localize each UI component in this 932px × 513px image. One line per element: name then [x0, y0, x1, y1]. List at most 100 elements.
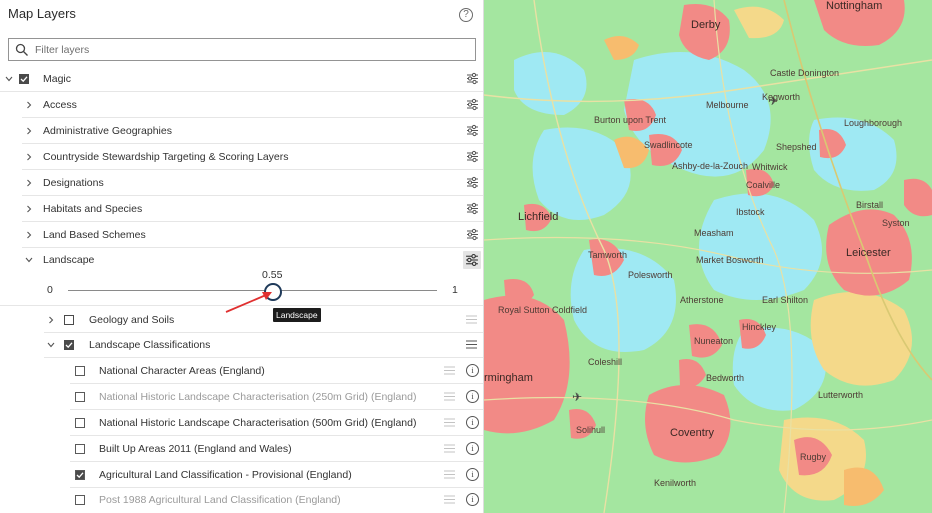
- city-label: rmingham: [484, 372, 533, 384]
- town-label: Earl Shilton: [762, 295, 809, 305]
- layer-label: Countryside Stewardship Targeting & Scor…: [43, 151, 289, 163]
- layer-group-access[interactable]: Access: [22, 92, 483, 118]
- town-label: Coalville: [746, 180, 781, 190]
- checkbox-layer-item[interactable]: [75, 392, 85, 402]
- filter-layers-field[interactable]: [8, 38, 476, 61]
- panel-title: Map Layers: [8, 6, 76, 21]
- slider-value: 0.55: [262, 269, 283, 281]
- layer-group-designations[interactable]: Designations: [22, 170, 483, 196]
- layer-label: Administrative Geographies: [43, 125, 172, 137]
- layer-options-icon[interactable]: [466, 124, 479, 137]
- checkbox-layer-item[interactable]: [75, 495, 85, 505]
- town-label: Castle Donington: [770, 68, 840, 78]
- chevron-down-icon[interactable]: [46, 340, 56, 350]
- layer-label: Designations: [43, 177, 104, 189]
- layer-options-icon[interactable]: [466, 72, 479, 85]
- layer-label: National Character Areas (England): [99, 365, 265, 377]
- town-label: Kegworth: [762, 92, 801, 102]
- drag-handle-icon[interactable]: [444, 418, 455, 427]
- checkbox-geology-and-soils[interactable]: [64, 315, 74, 325]
- layer-item-nhlc-500m[interactable]: National Historic Landscape Characterisa…: [70, 410, 483, 436]
- town-label: Whitwick: [752, 162, 788, 172]
- info-icon[interactable]: i: [466, 442, 479, 455]
- layer-label: Built Up Areas 2011 (England and Wales): [99, 443, 292, 455]
- checkbox-layer-item[interactable]: [75, 418, 85, 428]
- slider-max-label: 1: [452, 284, 458, 296]
- info-icon[interactable]: i: [466, 416, 479, 429]
- town-label: Hinckley: [742, 322, 777, 332]
- layer-item-national-character-areas[interactable]: National Character Areas (England) i: [70, 358, 483, 384]
- drag-handle-icon[interactable]: [444, 444, 455, 453]
- town-label: Lutterworth: [818, 390, 864, 400]
- city-label: Nottingham: [826, 0, 883, 12]
- town-label: Ibstock: [736, 207, 765, 217]
- layer-item-nhlc-250m[interactable]: National Historic Landscape Characterisa…: [70, 384, 483, 410]
- info-icon[interactable]: i: [466, 364, 479, 377]
- town-label: Nuneaton: [694, 336, 734, 346]
- layer-label: Landscape: [43, 254, 95, 266]
- chevron-right-icon[interactable]: [24, 100, 34, 110]
- sublayer-geology-and-soils[interactable]: Geology and Soils: [44, 307, 483, 333]
- info-icon[interactable]: i: [466, 493, 479, 506]
- help-icon[interactable]: ?: [459, 8, 473, 22]
- town-label: Syston: [882, 218, 910, 228]
- checkbox-magic[interactable]: [19, 74, 29, 84]
- checkbox-landscape-classifications[interactable]: [64, 340, 74, 350]
- sublayer-landscape-classifications[interactable]: Landscape Classifications: [44, 332, 483, 358]
- town-label: Coleshill: [588, 357, 623, 367]
- layer-options-icon[interactable]: [466, 228, 479, 241]
- town-label: Measham: [694, 228, 734, 238]
- layer-label: Land Based Schemes: [43, 229, 146, 241]
- checkbox-layer-item[interactable]: [75, 366, 85, 376]
- layer-item-agricultural-land-classification[interactable]: Agricultural Land Classification - Provi…: [70, 462, 483, 488]
- drag-handle-icon[interactable]: [444, 495, 455, 504]
- drag-handle-icon[interactable]: [444, 392, 455, 401]
- layer-group-land-based-schemes[interactable]: Land Based Schemes: [22, 222, 483, 248]
- chevron-down-icon[interactable]: [24, 255, 34, 265]
- drag-handle-icon[interactable]: [466, 340, 477, 349]
- chevron-right-icon[interactable]: [24, 152, 34, 162]
- layer-group-administrative-geographies[interactable]: Administrative Geographies: [22, 118, 483, 144]
- layer-options-icon[interactable]: [466, 150, 479, 163]
- slider-min-label: 0: [47, 284, 53, 296]
- info-icon[interactable]: i: [466, 390, 479, 403]
- city-label: Leicester: [846, 247, 891, 259]
- town-label: Swadlincote: [644, 140, 693, 150]
- chevron-right-icon[interactable]: [24, 204, 34, 214]
- layer-options-icon[interactable]: [466, 176, 479, 189]
- town-label: Rugby: [800, 452, 827, 462]
- town-label: Kenilworth: [654, 478, 697, 488]
- town-label: Melbourne: [706, 100, 749, 110]
- city-label: Lichfield: [518, 211, 559, 223]
- town-label: Market Bosworth: [696, 255, 764, 265]
- layer-item-post-1988-alc[interactable]: Post 1988 Agricultural Land Classificati…: [70, 487, 483, 513]
- chevron-right-icon[interactable]: [24, 126, 34, 136]
- layer-options-icon[interactable]: [466, 98, 479, 111]
- layer-row-magic[interactable]: Magic: [0, 66, 483, 92]
- chevron-down-icon[interactable]: [4, 74, 14, 84]
- chevron-right-icon[interactable]: [46, 315, 56, 325]
- checkbox-layer-item[interactable]: [75, 444, 85, 454]
- layer-label: National Historic Landscape Characterisa…: [99, 417, 417, 429]
- drag-handle-icon[interactable]: [444, 470, 455, 479]
- layer-item-built-up-areas[interactable]: Built Up Areas 2011 (England and Wales) …: [70, 436, 483, 462]
- info-icon[interactable]: i: [466, 468, 479, 481]
- drag-handle-icon[interactable]: [444, 366, 455, 375]
- map-view[interactable]: ✈ ✈ Derby Nottingham Leicester Lichfield…: [484, 0, 932, 513]
- town-label: Solihull: [576, 425, 606, 435]
- town-label: Royal Sutton Coldfield: [498, 305, 588, 315]
- layer-group-habitats-and-species[interactable]: Habitats and Species: [22, 196, 483, 222]
- layer-label: Agricultural Land Classification - Provi…: [99, 469, 352, 481]
- layer-group-countryside-stewardship[interactable]: Countryside Stewardship Targeting & Scor…: [22, 144, 483, 170]
- chevron-right-icon[interactable]: [24, 230, 34, 240]
- drag-handle-icon[interactable]: [466, 315, 477, 324]
- town-label: Tamworth: [588, 250, 628, 260]
- town-label: Atherstone: [680, 295, 724, 305]
- layer-label: Landscape Classifications: [89, 339, 211, 351]
- chevron-right-icon[interactable]: [24, 178, 34, 188]
- checkbox-layer-item[interactable]: [75, 470, 85, 480]
- layer-options-icon[interactable]: [466, 202, 479, 215]
- layer-label: Habitats and Species: [43, 203, 143, 215]
- panel-header: Map Layers ?: [0, 0, 483, 32]
- filter-layers-input[interactable]: [35, 41, 465, 58]
